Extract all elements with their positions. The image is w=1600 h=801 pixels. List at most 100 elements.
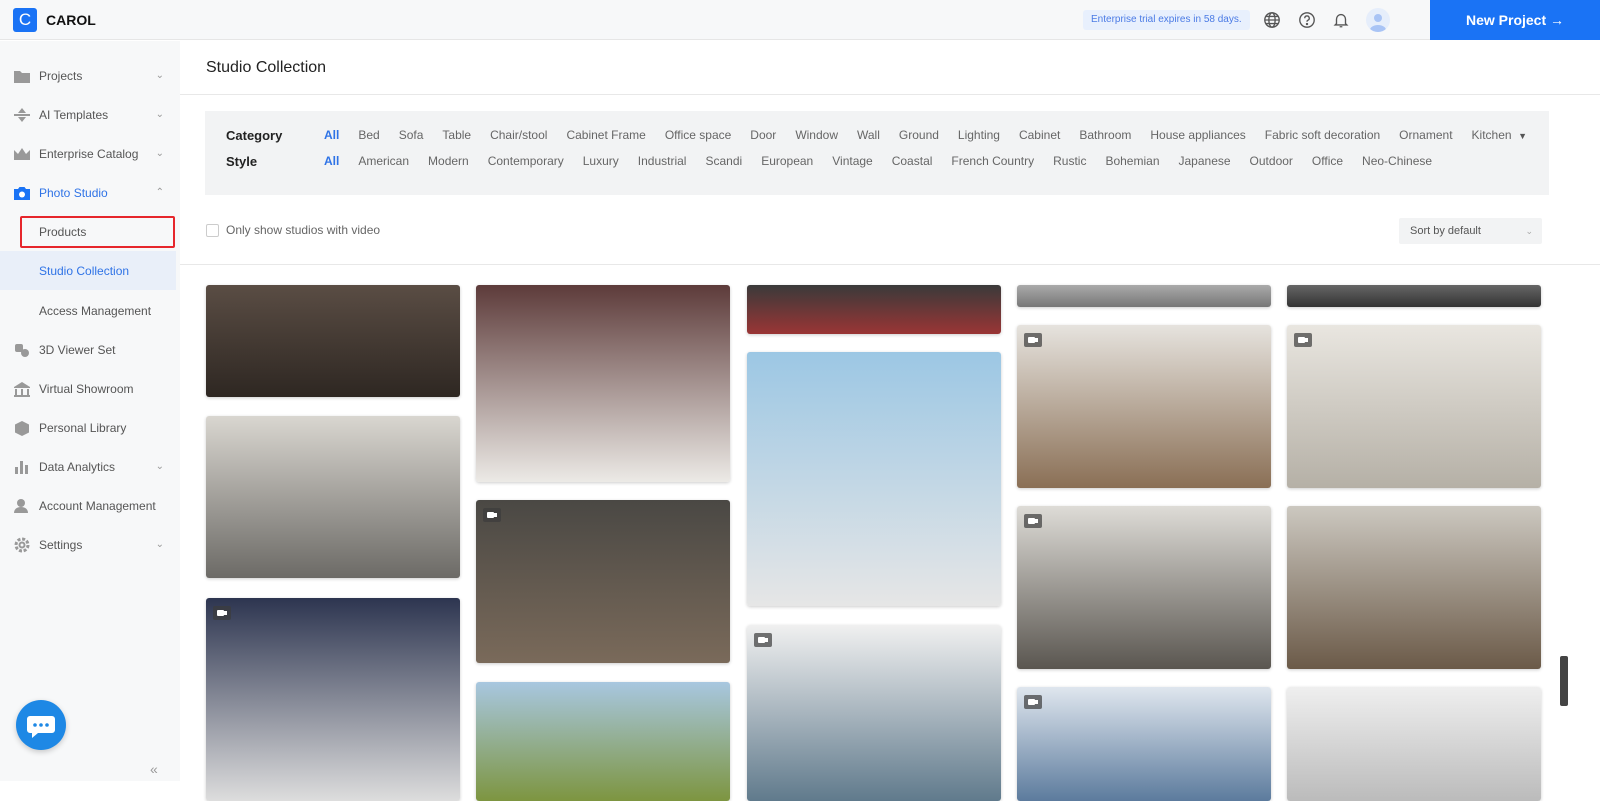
chevron-down-icon: ⌄ xyxy=(155,109,164,120)
sort-dropdown[interactable]: Sort by default ⌄ xyxy=(1399,218,1542,244)
filter-option[interactable]: Outdoor xyxy=(1250,154,1293,168)
sidebar-item-label: Settings xyxy=(39,537,83,552)
filter-option[interactable]: Japanese xyxy=(1179,154,1231,168)
checkbox[interactable] xyxy=(206,223,219,237)
filter-option[interactable]: Vintage xyxy=(832,154,872,168)
filter-option[interactable]: Window xyxy=(795,128,838,142)
studio-card[interactable] xyxy=(747,352,1001,606)
filter-panel: Category All Bed Sofa Table Chair/stool Cabine… xyxy=(205,111,1549,195)
folder-icon xyxy=(14,70,30,83)
expand-filters-icon[interactable]: ▼ xyxy=(1518,131,1527,141)
showroom-icon xyxy=(14,381,30,397)
globe-icon[interactable] xyxy=(1263,11,1281,29)
filter-option[interactable]: Industrial xyxy=(638,154,687,168)
collapse-sidebar-button[interactable]: « xyxy=(150,761,158,777)
studio-card[interactable] xyxy=(747,285,1001,334)
studio-card[interactable] xyxy=(1017,687,1271,801)
sidebar-item-virtual-showroom[interactable]: Virtual Showroom xyxy=(0,369,176,408)
sidebar-item-settings[interactable]: Settings ⌄ xyxy=(0,525,176,564)
filter-option[interactable]: European xyxy=(761,154,813,168)
filter-option[interactable]: House appliances xyxy=(1150,128,1245,142)
new-project-button[interactable]: New Project → xyxy=(1430,0,1600,40)
sidebar-item-enterprise-catalog[interactable]: Enterprise Catalog ⌄ xyxy=(0,134,176,173)
video-icon xyxy=(1024,695,1042,709)
chevron-down-icon: ⌄ xyxy=(155,461,164,472)
sidebar-item-label: Account Management xyxy=(39,498,156,513)
filter-option[interactable]: Luxury xyxy=(583,154,619,168)
video-icon xyxy=(1024,514,1042,528)
sidebar-item-photo-studio[interactable]: Photo Studio ⌃ xyxy=(0,173,176,212)
bell-icon[interactable] xyxy=(1332,11,1350,29)
sidebar-item-label: Studio Collection xyxy=(39,263,130,278)
trial-badge: Enterprise trial expires in 58 days. xyxy=(1083,10,1250,30)
sidebar-item-label: Virtual Showroom xyxy=(39,381,134,396)
filter-option[interactable]: All xyxy=(324,128,339,142)
filter-option[interactable]: Ornament xyxy=(1399,128,1452,142)
filter-option[interactable]: Chair/stool xyxy=(490,128,547,142)
camera-icon xyxy=(14,186,30,200)
video-filter-checkbox[interactable]: Only show studios with video xyxy=(206,223,380,237)
studio-card[interactable] xyxy=(476,500,730,663)
studio-card[interactable] xyxy=(1017,506,1271,669)
studio-card[interactable] xyxy=(206,285,460,397)
chart-icon xyxy=(15,460,28,474)
filter-option[interactable]: French Country xyxy=(951,154,1034,168)
sidebar-item-studio-collection[interactable]: Studio Collection xyxy=(0,251,176,290)
filter-option[interactable]: Office xyxy=(1312,154,1343,168)
studio-card[interactable] xyxy=(747,625,1001,801)
style-label: Style xyxy=(226,154,258,169)
filter-option[interactable]: Ground xyxy=(899,128,939,142)
filter-option[interactable]: Modern xyxy=(428,154,469,168)
sidebar-item-personal-library[interactable]: Personal Library xyxy=(0,408,176,447)
filter-option[interactable]: Wall xyxy=(857,128,880,142)
filter-option[interactable]: Table xyxy=(442,128,471,142)
category-row: Category All Bed Sofa Table Chair/stool Cabine… xyxy=(226,128,1531,143)
filter-option[interactable]: Fabric soft decoration xyxy=(1265,128,1380,142)
studio-card[interactable] xyxy=(1287,506,1541,669)
filter-option[interactable]: Coastal xyxy=(892,154,933,168)
help-icon[interactable] xyxy=(1298,11,1316,29)
filter-option[interactable]: Bed xyxy=(358,128,379,142)
chat-button[interactable] xyxy=(16,700,66,750)
studio-card[interactable] xyxy=(476,285,730,482)
filter-option[interactable]: Kitchen xyxy=(1472,128,1512,142)
divider xyxy=(180,264,1600,265)
studio-card[interactable] xyxy=(1287,285,1541,307)
gear-icon xyxy=(14,537,30,552)
studio-card[interactable] xyxy=(1287,687,1541,801)
video-icon xyxy=(754,633,772,647)
sidebar-item-ai-templates[interactable]: AI Templates ⌄ xyxy=(0,95,176,134)
studio-card[interactable] xyxy=(1017,325,1271,488)
style-row: Style All American Modern Contemporary Luxury… xyxy=(226,154,1451,169)
avatar[interactable] xyxy=(1366,8,1390,32)
logo[interactable]: C xyxy=(13,8,37,32)
sidebar-item-account-management[interactable]: Account Management xyxy=(0,486,176,525)
sidebar-item-projects[interactable]: Projects ⌄ xyxy=(0,56,176,95)
studio-card[interactable] xyxy=(1287,325,1541,488)
sort-value: Sort by default xyxy=(1410,225,1481,237)
filter-option[interactable]: Sofa xyxy=(399,128,424,142)
side-widget[interactable] xyxy=(1560,656,1568,706)
filter-option[interactable]: Bohemian xyxy=(1105,154,1159,168)
studio-card[interactable] xyxy=(206,416,460,578)
filter-option[interactable]: Scandi xyxy=(705,154,742,168)
filter-option[interactable]: Contemporary xyxy=(488,154,564,168)
sidebar-item-3d-viewer-set[interactable]: 3D Viewer Set xyxy=(0,330,176,369)
filter-option[interactable]: Lighting xyxy=(958,128,1000,142)
chevron-up-icon: ⌃ xyxy=(155,187,164,198)
sidebar-item-label: Data Analytics xyxy=(39,459,116,474)
studio-card[interactable] xyxy=(476,682,730,801)
filter-option[interactable]: Office space xyxy=(665,128,731,142)
filter-option[interactable]: Bathroom xyxy=(1079,128,1131,142)
filter-option[interactable]: All xyxy=(324,154,339,168)
studio-card[interactable] xyxy=(1017,285,1271,307)
filter-option[interactable]: Neo-Chinese xyxy=(1362,154,1432,168)
filter-option[interactable]: Cabinet xyxy=(1019,128,1060,142)
filter-option[interactable]: Rustic xyxy=(1053,154,1086,168)
filter-option[interactable]: Door xyxy=(750,128,776,142)
studio-card[interactable] xyxy=(206,598,460,801)
filter-option[interactable]: Cabinet Frame xyxy=(566,128,645,142)
filter-option[interactable]: American xyxy=(358,154,409,168)
sidebar-item-access-management[interactable]: Access Management xyxy=(0,291,176,330)
sidebar-item-data-analytics[interactable]: Data Analytics ⌄ xyxy=(0,447,176,486)
